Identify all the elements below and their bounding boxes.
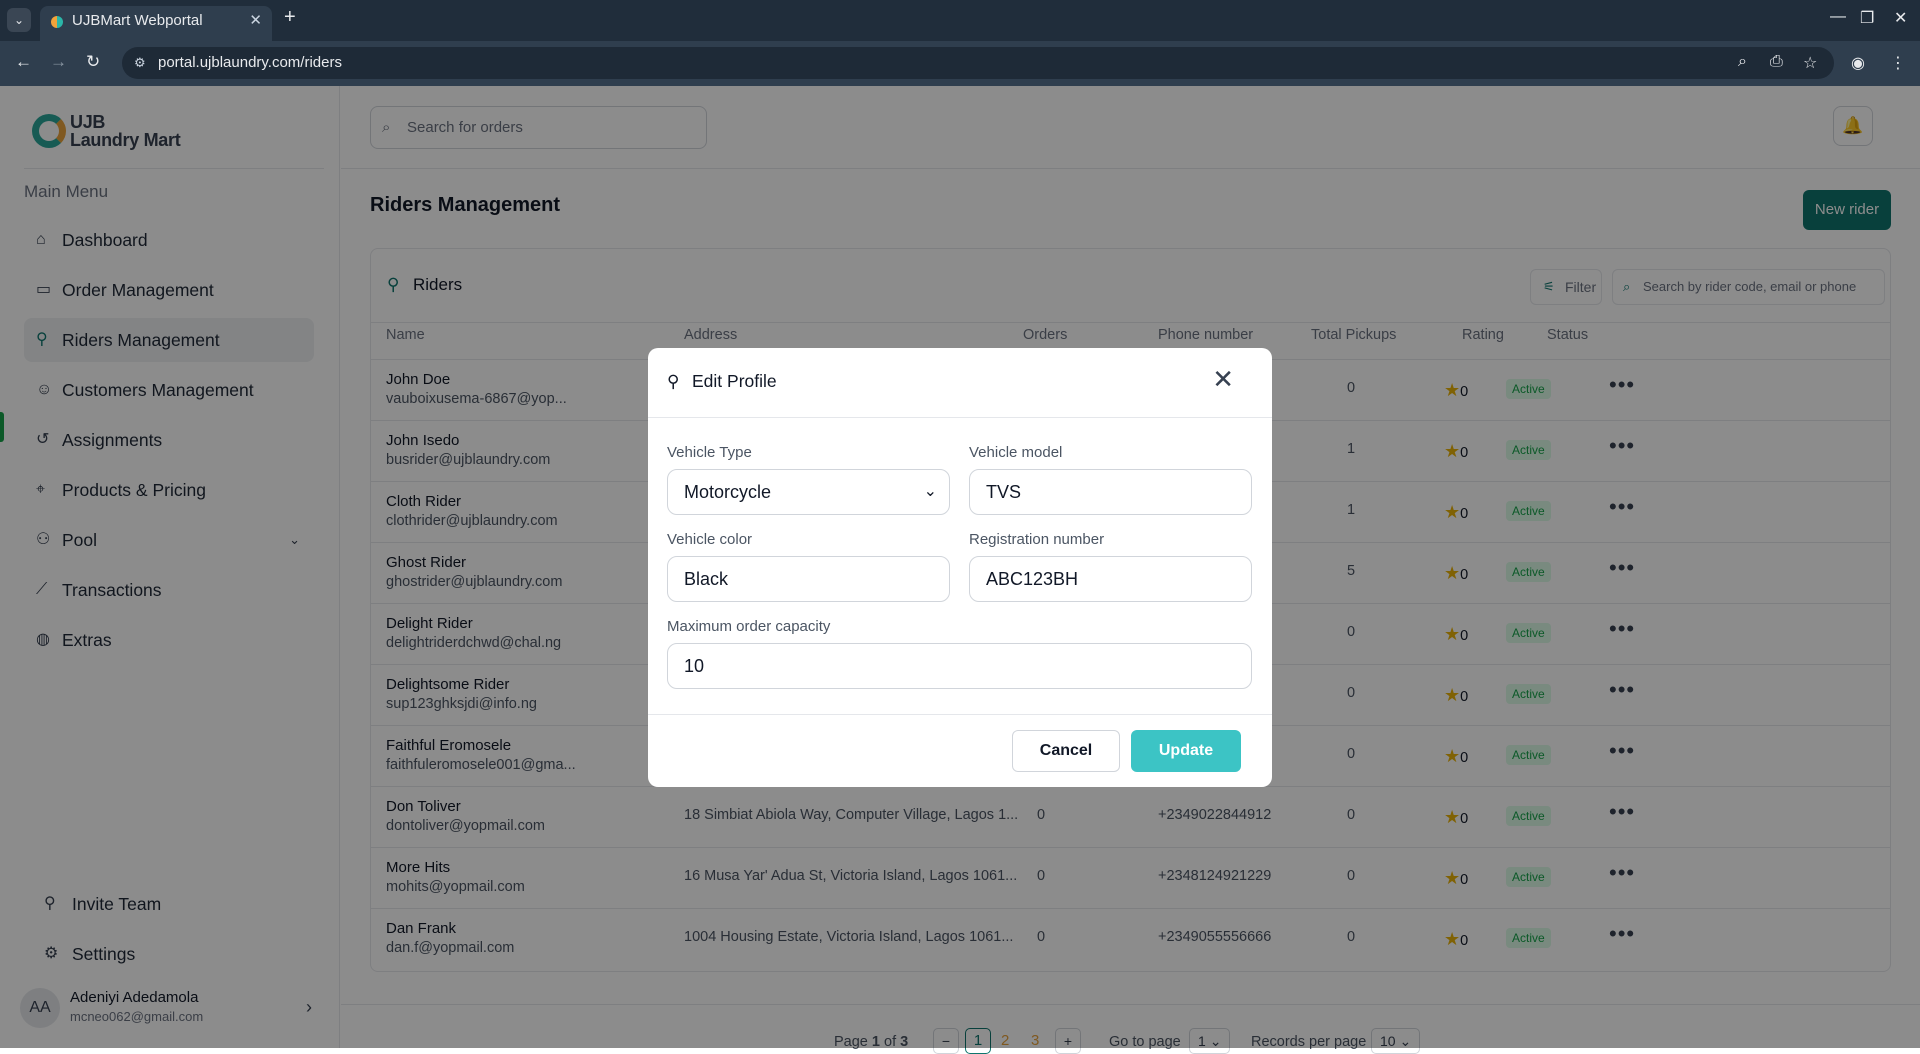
vehicle-type-select[interactable]: Motorcycle ⌄ (667, 469, 950, 515)
url-text: portal.ujblaundry.com/riders (158, 54, 342, 71)
registration-number-label: Registration number (969, 531, 1105, 548)
vehicle-model-label: Vehicle model (969, 444, 1063, 461)
update-button[interactable]: Update (1131, 730, 1241, 772)
modal-title: Edit Profile (692, 371, 777, 391)
browser-tabbar: ⌄ UJBMart Webportal ✕ + — ❐ ✕ (0, 0, 1920, 41)
install-icon[interactable]: ⎙ (1770, 53, 1783, 71)
zoom-icon[interactable]: ⌕ (1738, 53, 1747, 71)
favicon-icon (51, 16, 63, 28)
reload-icon[interactable]: ↻ (86, 52, 100, 72)
vehicle-color-label: Vehicle color (667, 531, 753, 548)
chevron-down-icon: ⌄ (923, 483, 937, 500)
new-tab-icon[interactable]: + (284, 6, 296, 29)
tab-search-icon[interactable]: ⌄ (7, 8, 31, 32)
tab-title: UJBMart Webportal (72, 12, 203, 29)
vehicle-model-field[interactable]: TVS (969, 469, 1252, 515)
vehicle-color-field[interactable]: Black (667, 556, 950, 602)
divider (648, 714, 1272, 715)
minimize-icon[interactable]: — (1830, 8, 1846, 26)
restore-icon[interactable]: ❐ (1860, 8, 1874, 28)
user-icon: ⚲ (667, 372, 680, 391)
modal-header: ⚲ Edit Profile ✕ (648, 348, 1272, 418)
max-capacity-label: Maximum order capacity (667, 618, 831, 635)
close-tab-icon[interactable]: ✕ (249, 6, 262, 36)
bookmark-star-icon[interactable]: ☆ (1803, 53, 1817, 73)
back-icon[interactable]: ← (15, 52, 32, 72)
address-bar[interactable]: ⚙ portal.ujblaundry.com/riders (122, 47, 1834, 79)
browser-tab[interactable]: UJBMart Webportal ✕ (40, 6, 272, 41)
max-capacity-field[interactable]: 10 (667, 643, 1252, 689)
site-info-icon[interactable]: ⚙ (134, 47, 146, 79)
forward-icon[interactable]: → (50, 52, 67, 72)
profile-icon[interactable]: ◉ (1851, 53, 1865, 73)
edit-profile-modal: ⚲ Edit Profile ✕ Vehicle Type Motorcycle… (648, 348, 1272, 787)
close-icon[interactable]: ✕ (1212, 366, 1234, 392)
browser-menu-icon[interactable]: ⋮ (1890, 53, 1906, 73)
vehicle-type-label: Vehicle Type (667, 444, 752, 461)
cancel-button[interactable]: Cancel (1012, 730, 1120, 772)
close-window-icon[interactable]: ✕ (1894, 8, 1907, 28)
registration-number-field[interactable]: ABC123BH (969, 556, 1252, 602)
vehicle-type-value: Motorcycle (684, 482, 772, 502)
